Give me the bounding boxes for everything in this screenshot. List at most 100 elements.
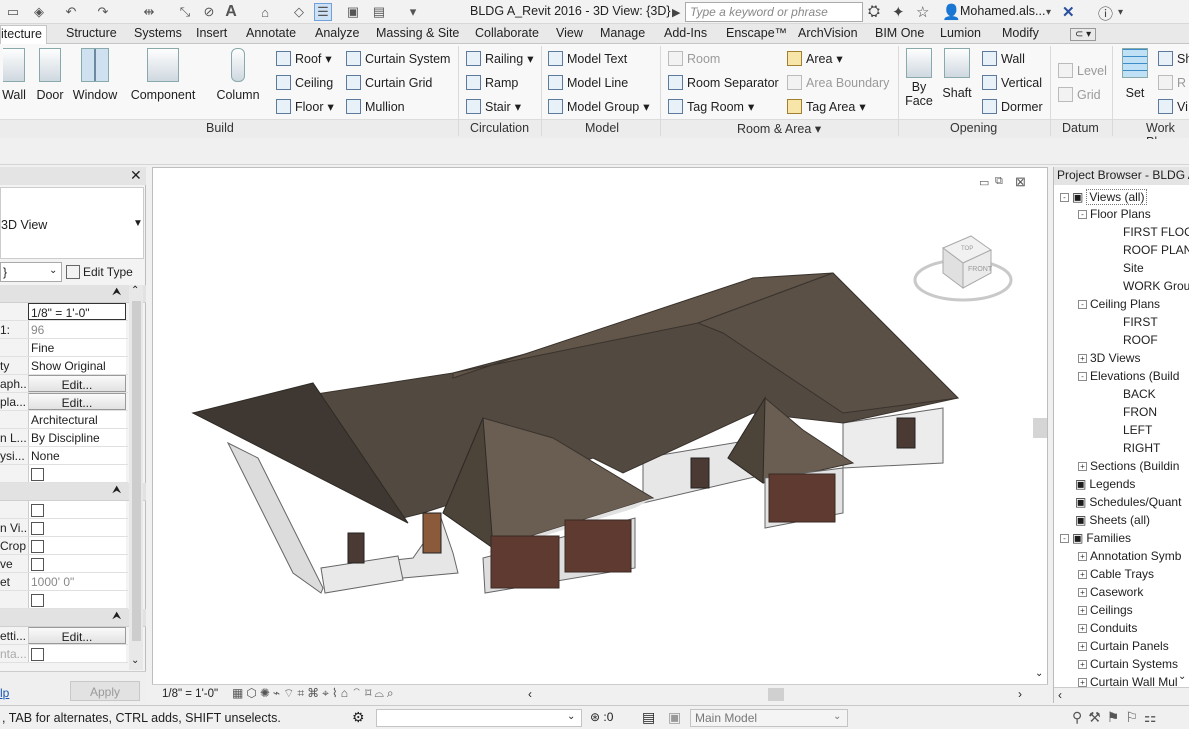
property-value[interactable]	[28, 555, 126, 572]
subscription-icon[interactable]: ✦	[892, 3, 905, 21]
scroll-left-icon[interactable]: ‹	[528, 687, 532, 701]
measure-icon[interactable]: ⇹	[140, 3, 158, 21]
tag-area-button[interactable]: Tag Area ▾	[787, 99, 866, 114]
vertical-opening-button[interactable]: Vertical	[982, 75, 1042, 90]
scroll-down-icon[interactable]: ⌄	[1178, 671, 1186, 682]
browser-node[interactable]: + Curtain Panels	[1078, 639, 1169, 653]
browser-node[interactable]: BACK	[1096, 387, 1156, 401]
expand-icon[interactable]: +	[1078, 659, 1087, 669]
browser-node[interactable]: ▣ Legends	[1060, 477, 1135, 491]
help-dropdown-icon[interactable]: ▾	[1118, 7, 1123, 18]
collapse-icon[interactable]: -	[1078, 209, 1087, 219]
set-workplane-button[interactable]: Set	[1118, 48, 1152, 100]
wall-opening-button[interactable]: Wall	[982, 51, 1025, 66]
expand-icon[interactable]: +	[1078, 461, 1087, 471]
scroll-thumb[interactable]	[132, 301, 141, 641]
tab-lumion[interactable]: Lumion	[940, 26, 981, 40]
tab-analyze[interactable]: Analyze	[315, 26, 359, 40]
workset-dropdown[interactable]: ⌄	[376, 709, 582, 727]
dimension-icon[interactable]: ⤡	[176, 3, 194, 21]
scroll-up-icon[interactable]: ⌃	[131, 285, 139, 296]
tab-massing-site[interactable]: Massing & Site	[376, 26, 459, 40]
property-value[interactable]: 1/8" = 1'-0"	[28, 303, 126, 320]
expand-icon[interactable]: +	[1078, 353, 1087, 363]
scroll-down-icon[interactable]: ⌄	[1035, 668, 1043, 679]
close-hidden-icon[interactable]: ▣	[344, 3, 362, 21]
browser-node[interactable]: ▣ Schedules/Quant	[1060, 495, 1181, 509]
redo-icon[interactable]: ↷	[94, 3, 112, 21]
collapse-icon[interactable]: -	[1060, 533, 1069, 543]
collapse-icon[interactable]: -	[1060, 192, 1069, 202]
undo-icon[interactable]: ↶	[62, 3, 80, 21]
property-value[interactable]	[28, 519, 126, 536]
expand-icon[interactable]: +	[1078, 623, 1087, 633]
show-workplane-button[interactable]: Sh	[1158, 51, 1189, 66]
ramp-button[interactable]: Ramp	[466, 75, 518, 90]
level-button[interactable]: Level	[1058, 63, 1107, 78]
3d-view-icon[interactable]: ⌂	[256, 3, 274, 21]
tab-view[interactable]: View	[556, 26, 583, 40]
browser-node[interactable]: + Cable Trays	[1078, 567, 1154, 581]
window-button[interactable]: Window	[70, 48, 120, 102]
design-options-icon[interactable]: ▤	[642, 709, 655, 726]
expand-icon[interactable]: +	[1078, 641, 1087, 651]
open-icon[interactable]: ▭	[4, 3, 22, 21]
property-checkbox[interactable]	[31, 540, 44, 553]
room-separator-button[interactable]: Room Separator	[668, 75, 779, 90]
component-button[interactable]: Component	[128, 48, 198, 102]
thin-lines-icon[interactable]: ☰	[314, 3, 332, 21]
ribbon-minimize-icon[interactable]: ⊂ ▾	[1070, 28, 1097, 41]
edit-property-button[interactable]: Edit...	[28, 375, 126, 392]
section-icon[interactable]: ◇	[290, 3, 308, 21]
curtain-system-button[interactable]: Curtain System	[346, 51, 450, 66]
browser-node[interactable]: RIGHT	[1096, 441, 1160, 455]
view-scale[interactable]: 1/8" = 1'-0"	[162, 688, 218, 700]
property-value[interactable]: Show Original	[28, 357, 126, 374]
mullion-button[interactable]: Mullion	[346, 99, 405, 114]
close-icon[interactable]: ✕	[130, 167, 142, 184]
property-checkbox[interactable]	[31, 522, 44, 535]
area-boundary-button[interactable]: Area Boundary	[787, 75, 889, 90]
browser-node[interactable]: WORK Grour	[1096, 279, 1189, 293]
expand-icon[interactable]: +	[1078, 569, 1087, 579]
property-value[interactable]: By Discipline	[28, 429, 126, 446]
tab-add-ins[interactable]: Add-Ins	[664, 26, 707, 40]
curtain-grid-button[interactable]: Curtain Grid	[346, 75, 432, 90]
worksets-icon[interactable]: ⚙	[352, 709, 365, 726]
build-panel-label[interactable]: Build	[206, 121, 234, 135]
user-icon[interactable]: 👤	[942, 3, 961, 21]
edit-property-button[interactable]: Edit...	[28, 393, 126, 410]
scroll-right-icon[interactable]: ›	[1018, 687, 1022, 701]
tab-annotate[interactable]: Annotate	[246, 26, 296, 40]
expand-icon[interactable]: +	[1078, 605, 1087, 615]
browser-node[interactable]: + Curtain Systems	[1078, 657, 1178, 671]
user-name[interactable]: Mohamed.als...	[960, 4, 1045, 18]
roof-button[interactable]: Roof ▾	[276, 51, 332, 66]
graphics-group-header[interactable]: ⮝	[0, 285, 146, 303]
browser-node[interactable]: - ▣ Views (all)	[1060, 189, 1148, 205]
property-checkbox[interactable]	[28, 465, 126, 482]
model-text-button[interactable]: Model Text	[548, 51, 627, 66]
text-icon[interactable]: A	[222, 3, 240, 21]
browser-node[interactable]: +3D Views	[1078, 351, 1140, 365]
binoculars-icon[interactable]: ⛭	[868, 3, 880, 20]
tag-icon[interactable]: ⊘	[200, 3, 218, 21]
property-value[interactable]	[28, 537, 126, 554]
room-button[interactable]: Room	[668, 51, 720, 66]
browser-node[interactable]: - Elevations (Build	[1078, 369, 1179, 383]
property-checkbox[interactable]	[28, 591, 126, 608]
floor-button[interactable]: Floor ▾	[276, 99, 334, 114]
expand-icon[interactable]: +	[1078, 677, 1087, 687]
tab-enscape[interactable]: Enscape™	[726, 26, 787, 40]
by-face-button[interactable]: By Face	[902, 48, 936, 108]
browser-node[interactable]: + Conduits	[1078, 621, 1137, 635]
expand-icon[interactable]: +	[1078, 551, 1087, 561]
browser-node[interactable]: FIRST	[1096, 315, 1158, 329]
stair-button[interactable]: Stair ▾	[466, 99, 521, 114]
search-input[interactable]: Type a keyword or phrase	[685, 2, 863, 22]
model-line-button[interactable]: Model Line	[548, 75, 628, 90]
dormer-button[interactable]: Dormer	[982, 99, 1043, 114]
shaft-button[interactable]: Shaft	[940, 48, 974, 100]
door-button[interactable]: Door	[34, 48, 66, 102]
browser-horizontal-scrollbar[interactable]: ‹	[1054, 687, 1189, 703]
